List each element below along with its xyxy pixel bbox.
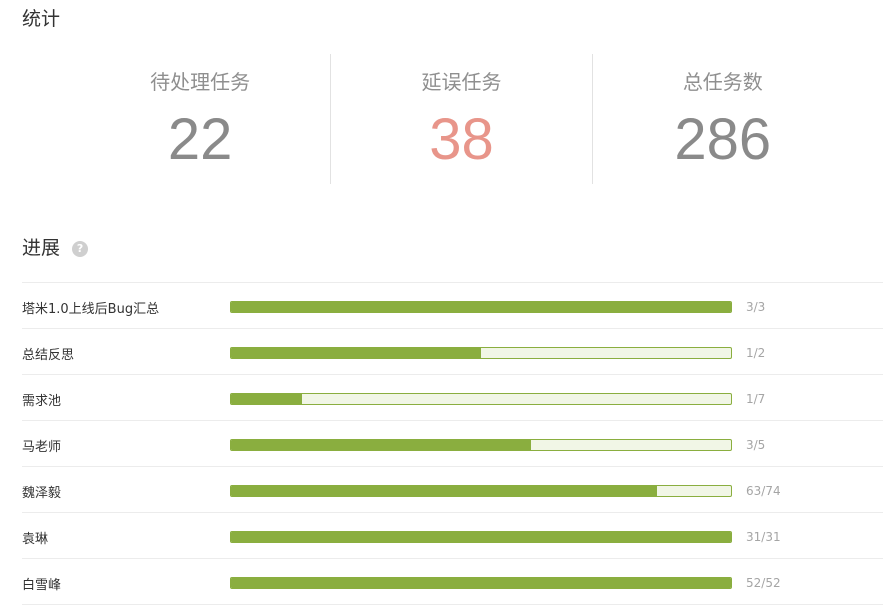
progress-row[interactable]: 塔米1.0上线后Bug汇总 3/3 (22, 283, 883, 329)
progress-count: 1/2 (746, 346, 766, 360)
progress-bar-fill (231, 348, 481, 358)
stat-label: 总任务数 (682, 70, 763, 94)
project-name[interactable]: 塔米1.0上线后Bug汇总 (22, 298, 159, 317)
progress-section-header: 进展 ? (22, 237, 89, 259)
help-icon[interactable]: ? (72, 240, 89, 257)
stats-panel: 待处理任务 22 延误任务 38 总任务数 286 (70, 54, 853, 184)
stat-label: 延误任务 (421, 70, 502, 94)
progress-row[interactable]: 需求池 1/7 (22, 375, 883, 421)
stat-delayed-tasks[interactable]: 延误任务 38 (330, 54, 591, 184)
project-name[interactable]: 总结反思 (22, 344, 74, 363)
progress-bar (230, 577, 732, 589)
stat-value: 286 (674, 107, 772, 172)
stats-section-title: 统计 (22, 8, 61, 30)
project-name[interactable]: 白雪峰 (22, 574, 61, 593)
progress-count: 63/74 (746, 484, 781, 498)
project-name[interactable]: 马老师 (22, 436, 61, 455)
stat-value: 22 (167, 107, 233, 172)
project-name[interactable]: 袁琳 (22, 528, 48, 547)
stat-total-tasks[interactable]: 总任务数 286 (591, 54, 853, 184)
progress-bar (230, 301, 732, 313)
project-name[interactable]: 魏泽毅 (22, 482, 61, 501)
progress-bar-fill (231, 302, 731, 312)
progress-bar (230, 393, 732, 405)
progress-bar (230, 531, 732, 543)
progress-count: 31/31 (746, 530, 781, 544)
progress-bar-fill (231, 394, 303, 404)
progress-row[interactable]: 马老师 3/5 (22, 421, 883, 467)
progress-row[interactable]: 魏泽毅 63/74 (22, 467, 883, 513)
progress-row[interactable]: 袁琳 31/31 (22, 513, 883, 559)
progress-bar-fill (231, 578, 731, 588)
progress-bar-fill (231, 532, 731, 542)
progress-bar (230, 439, 732, 451)
progress-bar (230, 347, 732, 359)
progress-list: 塔米1.0上线后Bug汇总 3/3 总结反思 1/2 需求池 1/7 马老师 3… (22, 282, 883, 605)
progress-row[interactable]: 白雪峰 52/52 (22, 559, 883, 605)
project-name[interactable]: 需求池 (22, 390, 61, 409)
progress-bar-fill (231, 486, 657, 496)
progress-count: 1/7 (746, 392, 766, 406)
progress-bar-fill (231, 440, 531, 450)
stat-pending-tasks[interactable]: 待处理任务 22 (70, 54, 330, 184)
progress-count: 3/3 (746, 300, 766, 314)
progress-section-title: 进展 (22, 237, 61, 259)
progress-count: 52/52 (746, 576, 781, 590)
stat-value: 38 (429, 107, 494, 172)
progress-row[interactable]: 总结反思 1/2 (22, 329, 883, 375)
stat-label: 待处理任务 (150, 70, 251, 94)
progress-bar (230, 485, 732, 497)
progress-count: 3/5 (746, 438, 766, 452)
